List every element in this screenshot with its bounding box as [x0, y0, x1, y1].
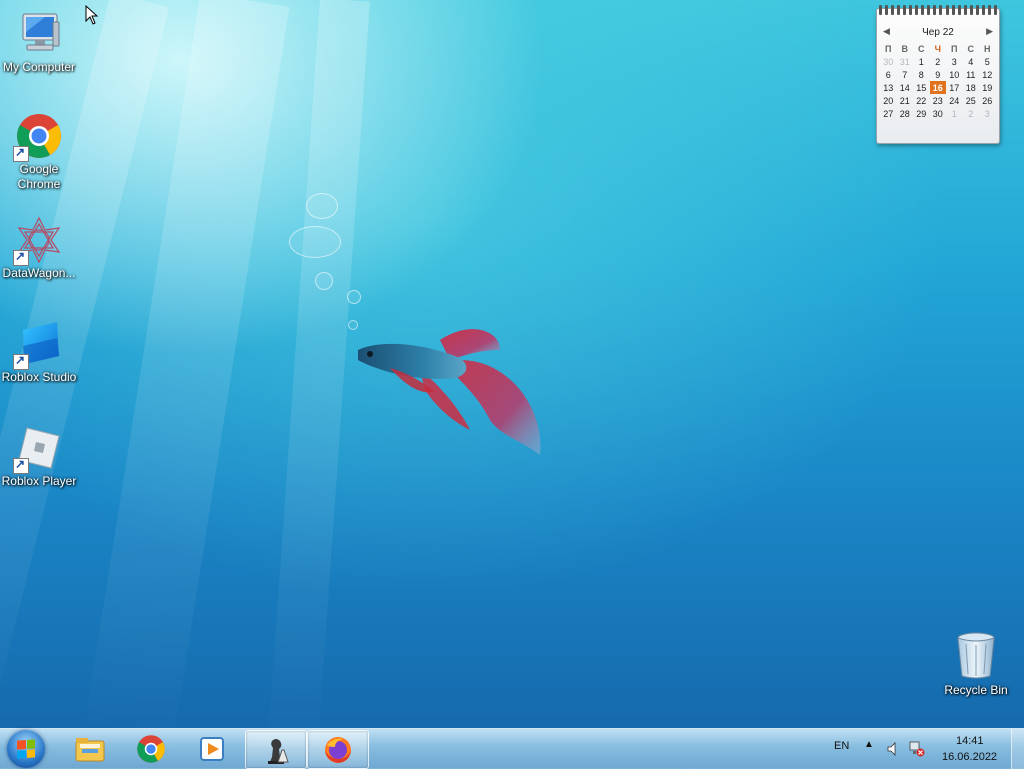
chess-icon — [268, 738, 289, 764]
calendar-day[interactable]: 23 — [930, 94, 947, 107]
computer-icon — [15, 10, 63, 58]
mouse-cursor-icon — [85, 5, 99, 25]
roblox-player-icon — [13, 424, 63, 474]
bubble — [315, 272, 333, 290]
calendar-next-month-icon[interactable]: ▶ — [986, 26, 993, 37]
taskbar: EN ▲ 14:41 16.06.2022 — [0, 728, 1024, 769]
taskbar-file-explorer[interactable] — [60, 730, 120, 767]
clock-time[interactable]: 14:41 — [956, 735, 984, 747]
recycle-bin-icon — [952, 630, 1000, 680]
shortcut-arrow-icon — [13, 249, 29, 266]
network-disconnected-icon[interactable] — [909, 741, 925, 757]
show-hidden-icons-chevron[interactable]: ▲ — [864, 739, 874, 750]
calendar-day[interactable]: 24 — [946, 94, 963, 107]
firefox-icon — [325, 736, 351, 763]
calendar-day[interactable]: 15 — [913, 81, 930, 94]
language-indicator[interactable]: EN — [834, 740, 849, 752]
calendar-weekday-header: В — [901, 43, 909, 54]
calendar-day[interactable]: 6 — [880, 68, 897, 81]
shortcut-arrow-icon — [13, 457, 29, 474]
calendar-day[interactable]: 8 — [913, 68, 930, 81]
calendar-day[interactable]: 29 — [913, 107, 930, 120]
calendar-day[interactable]: 28 — [897, 107, 914, 120]
desktop-icon-label: Recycle Bin — [944, 683, 1008, 697]
calendar-day[interactable]: 14 — [897, 81, 914, 94]
calendar-grid: ПВСЧПСН 30 31 1 2 3 4 5 6 7 8 9 10 11 12 13 14 15 16 17 18 1… — [880, 42, 996, 120]
desktop-icon-label: DataWagon... — [2, 266, 76, 280]
desktop-icon-label: Google Chrome — [17, 162, 61, 191]
desktop-icon-label: Roblox Studio — [1, 370, 77, 384]
desktop-icon-my-computer[interactable]: My Computer — [0, 10, 78, 75]
calendar-weekday-header: Н — [984, 43, 991, 54]
calendar-day[interactable]: 3 — [979, 107, 996, 120]
windows-start-icon — [17, 739, 35, 759]
calendar-day[interactable]: 2 — [930, 55, 947, 68]
calendar-weekday-header: С — [967, 43, 975, 54]
calendar-day[interactable]: 3 — [946, 55, 963, 68]
bubble — [347, 290, 361, 304]
chrome-icon — [13, 112, 63, 162]
volume-icon[interactable] — [887, 742, 901, 756]
shortcut-arrow-icon — [13, 353, 29, 370]
show-desktop-button[interactable] — [1011, 729, 1024, 769]
calendar-day[interactable]: 10 — [946, 68, 963, 81]
calendar-day[interactable]: 18 — [963, 81, 980, 94]
desktop-icon-datawagon[interactable]: DataWagon... — [0, 216, 78, 281]
calendar-day[interactable]: 4 — [963, 55, 980, 68]
chrome-icon — [137, 734, 165, 763]
datawagon-icon — [13, 216, 63, 266]
desktop-icon-google-chrome[interactable]: Google Chrome — [0, 112, 78, 192]
calendar-day[interactable]: 20 — [880, 94, 897, 107]
bubble — [289, 226, 341, 258]
calendar-day[interactable]: 19 — [979, 81, 996, 94]
calendar-day[interactable]: 21 — [897, 94, 914, 107]
calendar-day[interactable]: 2 — [963, 107, 980, 120]
calendar-day[interactable]: 5 — [979, 55, 996, 68]
taskbar-chrome[interactable] — [121, 730, 181, 767]
calendar-binding-rings — [879, 5, 997, 15]
taskbar-media-player[interactable] — [182, 730, 242, 767]
calendar-weekday-header: Ч — [934, 43, 941, 54]
roblox-studio-icon — [13, 320, 63, 370]
calendar-day[interactable]: 9 — [930, 68, 947, 81]
calendar-day[interactable]: 27 — [880, 107, 897, 120]
desktop-icon-label: My Computer — [2, 60, 76, 74]
calendar-day[interactable]: 25 — [963, 94, 980, 107]
shortcut-arrow-icon — [13, 145, 29, 162]
desktop-icon-label: Roblox Player — [1, 474, 77, 488]
calendar-day[interactable]: 26 — [979, 94, 996, 107]
bubble — [306, 193, 338, 219]
calendar-day[interactable]: 30 — [930, 107, 947, 120]
desktop-icon-roblox-studio[interactable]: Roblox Studio — [0, 320, 78, 385]
taskbar-chess[interactable] — [245, 730, 307, 769]
calendar-weekday-header: П — [951, 43, 958, 54]
desktop-icon-roblox-player[interactable]: Roblox Player — [0, 424, 78, 489]
media-player-icon — [200, 736, 224, 761]
calendar-day[interactable]: 30 — [880, 55, 897, 68]
calendar-day[interactable]: 11 — [963, 68, 980, 81]
calendar-weekday-header: С — [918, 43, 925, 54]
calendar-gadget[interactable]: ◀ Чер 22 ▶ ПВСЧПСН 30 31 1 2 3 4 5 6 7 8 9 10 11 12 13… — [876, 5, 1000, 144]
calendar-day[interactable]: 1 — [946, 107, 963, 120]
calendar-day[interactable]: 22 — [913, 94, 930, 107]
windows-start-button[interactable] — [7, 730, 45, 768]
calendar-weekday-header: П — [885, 43, 892, 54]
calendar-day[interactable]: 7 — [897, 68, 914, 81]
desktop-icon-recycle-bin[interactable]: Recycle Bin — [940, 630, 1012, 697]
calendar-day[interactable]: 13 — [880, 81, 897, 94]
calendar-day[interactable]: 12 — [979, 68, 996, 81]
calendar-day[interactable]: 1 — [913, 55, 930, 68]
betta-fish-wallpaper — [358, 329, 541, 455]
clock-date[interactable]: 16.06.2022 — [942, 751, 997, 763]
calendar-month-label: Чер 22 — [922, 27, 954, 38]
taskbar-firefox[interactable] — [307, 730, 369, 769]
calendar-day[interactable]: 31 — [897, 55, 914, 68]
file-explorer-icon — [75, 737, 105, 761]
calendar-day[interactable]: 16 — [929, 81, 946, 94]
calendar-day[interactable]: 17 — [946, 81, 963, 94]
